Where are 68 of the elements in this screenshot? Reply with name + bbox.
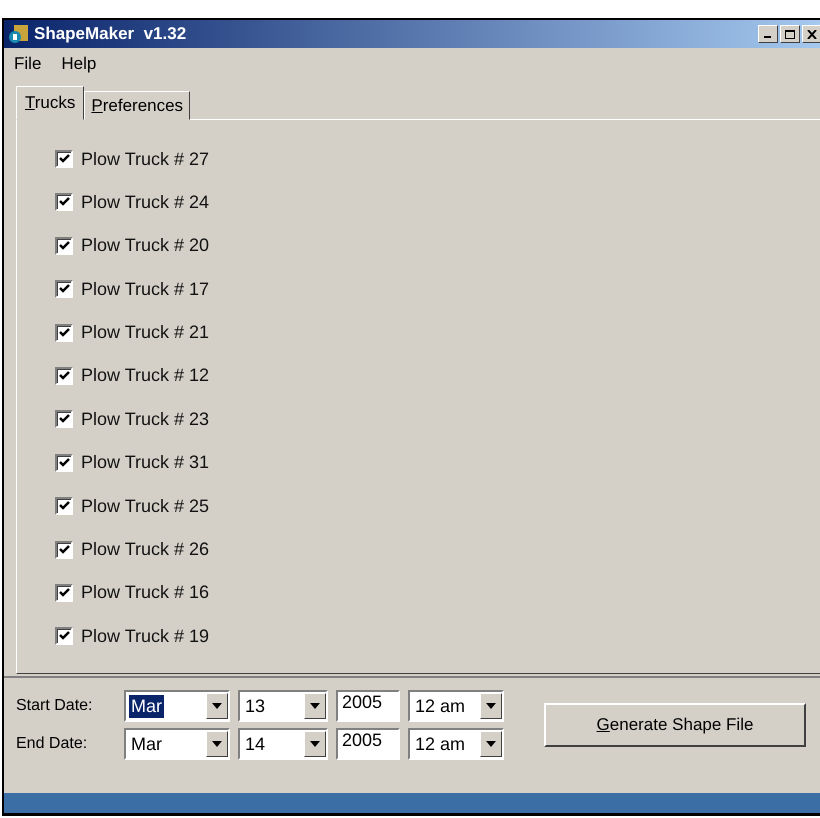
menu-item[interactable]: File bbox=[14, 54, 42, 74]
dropdown-field[interactable]: Mar bbox=[124, 728, 230, 760]
dropdown-button[interactable] bbox=[206, 731, 228, 757]
check-icon bbox=[58, 154, 70, 164]
checkbox[interactable] bbox=[55, 410, 73, 428]
checkbox[interactable] bbox=[55, 150, 73, 168]
date-label: Start Date: bbox=[16, 697, 94, 715]
checkbox-label: Plow Truck # 17 bbox=[81, 278, 210, 300]
checkbox-label: Plow Truck # 20 bbox=[81, 235, 210, 256]
check-icon bbox=[58, 370, 70, 381]
check-icon bbox=[58, 588, 70, 598]
caret-icon bbox=[212, 741, 222, 747]
check-icon bbox=[58, 631, 70, 642]
dropdown-field[interactable]: 12 am bbox=[408, 728, 504, 760]
check-icon bbox=[58, 197, 70, 208]
checkbox[interactable] bbox=[55, 366, 73, 385]
checkbox-label: Plow Truck # 26 bbox=[81, 539, 210, 560]
checkbox-label: Plow Truck # 24 bbox=[81, 192, 210, 213]
checkbox[interactable] bbox=[55, 454, 73, 472]
check-icon bbox=[58, 284, 70, 294]
caret-icon bbox=[486, 741, 496, 747]
dropdown-button[interactable] bbox=[206, 693, 228, 719]
checkbox-label: Plow Truck # 23 bbox=[81, 408, 210, 430]
checkbox[interactable] bbox=[55, 497, 73, 516]
tab[interactable]: Trucks bbox=[16, 86, 84, 120]
check-icon bbox=[58, 458, 70, 468]
check-icon bbox=[58, 414, 70, 424]
check-icon bbox=[58, 544, 70, 555]
checkbox-label: Plow Truck # 31 bbox=[81, 452, 210, 474]
dropdown-button[interactable] bbox=[480, 693, 502, 719]
close-icon[interactable] bbox=[802, 25, 820, 43]
checkbox[interactable] bbox=[55, 540, 73, 559]
tab[interactable]: Preferences bbox=[84, 91, 190, 120]
checkbox[interactable] bbox=[55, 193, 73, 212]
checkbox[interactable] bbox=[55, 627, 73, 646]
minimize-icon[interactable] bbox=[758, 25, 778, 43]
dropdown-button[interactable] bbox=[304, 693, 326, 719]
checkbox[interactable] bbox=[55, 280, 73, 298]
generate-button[interactable]: Generate Shape File bbox=[544, 703, 806, 747]
check-icon bbox=[58, 240, 70, 251]
maximize-icon[interactable] bbox=[780, 25, 800, 43]
checkbox-label: Plow Truck # 25 bbox=[81, 496, 210, 517]
year-field[interactable]: 2005 bbox=[336, 728, 400, 760]
checkbox[interactable] bbox=[55, 236, 73, 255]
dropdown-field[interactable]: 13 bbox=[238, 690, 328, 722]
menu-item[interactable]: Help bbox=[61, 54, 96, 74]
caret-icon bbox=[310, 741, 320, 747]
checkbox-label: Plow Truck # 27 bbox=[81, 148, 210, 170]
year-field[interactable]: 2005 bbox=[336, 690, 400, 722]
checkbox-label: Plow Truck # 12 bbox=[81, 365, 210, 386]
caret-icon bbox=[212, 703, 222, 709]
date-label: End Date: bbox=[16, 735, 88, 753]
dropdown-button[interactable] bbox=[480, 731, 502, 757]
dropdown-field[interactable]: 12 am bbox=[408, 690, 504, 722]
app-icon bbox=[8, 23, 30, 45]
checkbox-label: Plow Truck # 16 bbox=[81, 582, 210, 604]
checkbox-label: Plow Truck # 21 bbox=[81, 322, 210, 344]
check-icon bbox=[58, 328, 70, 338]
check-icon bbox=[58, 501, 70, 512]
checkbox[interactable] bbox=[55, 584, 73, 602]
caret-icon bbox=[310, 703, 320, 709]
checkbox[interactable] bbox=[55, 324, 73, 342]
window-title: ShapeMaker v1.32 bbox=[34, 24, 188, 44]
checkbox-label: Plow Truck # 19 bbox=[81, 626, 210, 647]
caret-icon bbox=[486, 703, 496, 709]
dropdown-field[interactable]: Mar bbox=[124, 690, 230, 722]
dropdown-button[interactable] bbox=[304, 731, 326, 757]
dropdown-field[interactable]: 14 bbox=[238, 728, 328, 760]
